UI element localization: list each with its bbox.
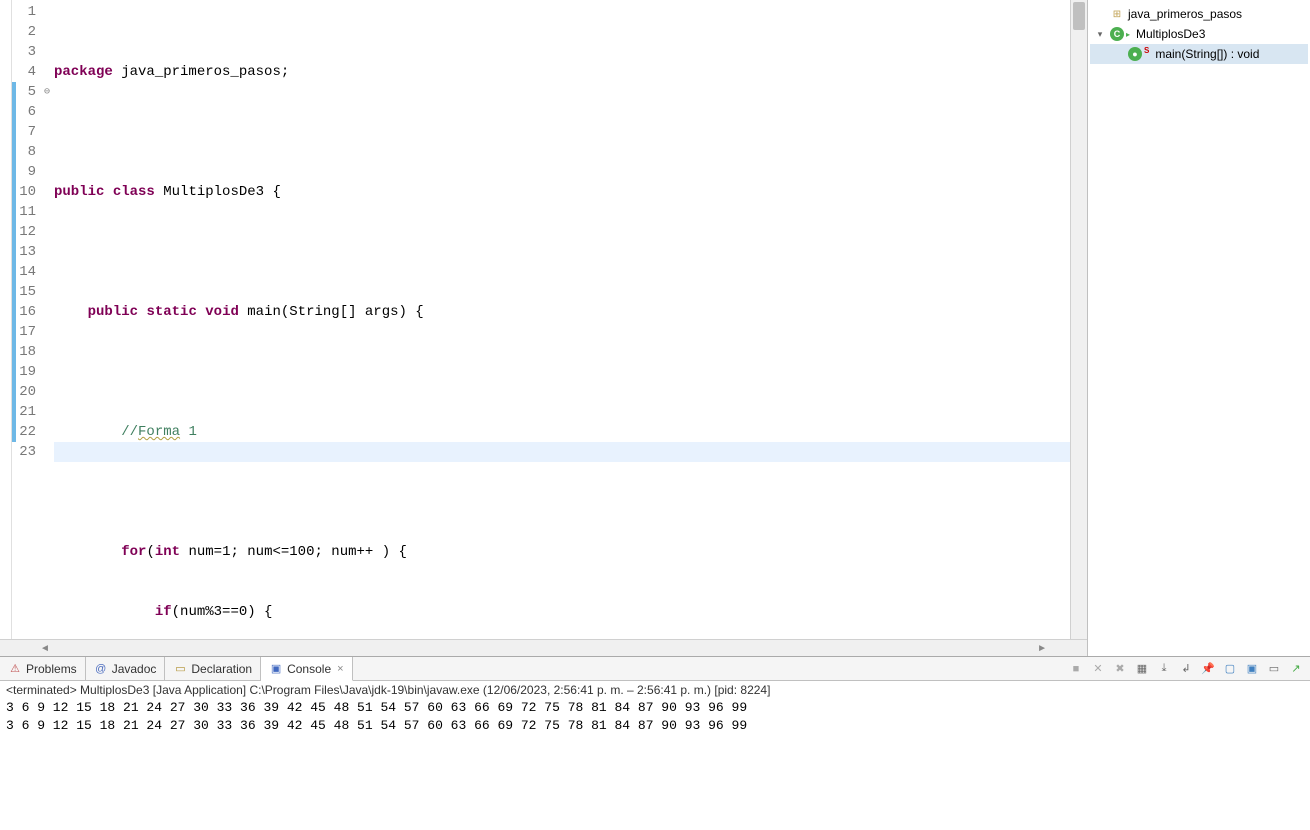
tab-declaration-label: Declaration	[191, 662, 252, 676]
clear-console-icon[interactable]: ▦	[1134, 661, 1150, 677]
tab-problems-label: Problems	[26, 662, 77, 676]
terminate-icon[interactable]: ■	[1068, 661, 1084, 677]
minimize-icon[interactable]: ▭	[1266, 661, 1282, 677]
word-wrap-icon[interactable]: ↲	[1178, 661, 1194, 677]
tab-console[interactable]: ▣ Console ×	[261, 657, 352, 681]
outline-view[interactable]: ⊞ java_primeros_pasos ▾ C▸ MultiplosDe3 …	[1088, 0, 1310, 656]
code-area[interactable]: package java_primeros_pasos; public clas…	[54, 0, 1070, 639]
remove-all-icon[interactable]: ✖	[1112, 661, 1128, 677]
fold-toggle-icon[interactable]: ⊖	[40, 82, 54, 102]
console-status: <terminated> MultiplosDe3 [Java Applicat…	[0, 681, 1310, 697]
current-line-highlight	[54, 442, 1070, 462]
line-number-gutter: 1234 5678 9101112 13141516 17181920 2122…	[12, 0, 40, 639]
scroll-left-icon[interactable]: ◄	[40, 643, 50, 654]
change-indicator	[12, 82, 16, 442]
static-badge-icon: S	[1144, 46, 1149, 55]
editor-wrapper: 1234 5678 9101112 13141516 17181920 2122…	[0, 0, 1088, 656]
class-icon: C	[1110, 27, 1124, 41]
remove-launch-icon[interactable]: ✕	[1090, 661, 1106, 677]
outline-package-row[interactable]: ⊞ java_primeros_pasos	[1090, 4, 1308, 24]
maximize-icon[interactable]: ↗	[1288, 661, 1304, 677]
console-icon: ▣	[269, 662, 283, 676]
outline-class-row[interactable]: ▾ C▸ MultiplosDe3	[1090, 24, 1308, 44]
problems-icon: ⚠	[8, 662, 22, 676]
console-toolbar: ■ ✕ ✖ ▦ ⤓ ↲ 📌 ▢ ▣ ▭ ↗	[1068, 657, 1310, 680]
scroll-lock-icon[interactable]: ⤓	[1156, 661, 1172, 677]
editor-ruler	[0, 0, 12, 639]
open-console-icon[interactable]: ▣	[1244, 661, 1260, 677]
declaration-icon: ▭	[173, 662, 187, 676]
package-icon: ⊞	[1110, 7, 1124, 21]
outline-class-label: MultiplosDe3	[1136, 27, 1205, 41]
tab-declaration[interactable]: ▭ Declaration	[165, 657, 261, 680]
console-line: 3 6 9 12 15 18 21 24 27 30 33 36 39 42 4…	[6, 699, 1304, 717]
method-icon: ●	[1128, 47, 1142, 61]
vertical-scrollbar[interactable]	[1070, 0, 1087, 639]
code-editor[interactable]: 1234 5678 9101112 13141516 17181920 2122…	[0, 0, 1087, 639]
tab-javadoc-label: Javadoc	[112, 662, 157, 676]
tab-problems[interactable]: ⚠ Problems	[0, 657, 86, 680]
close-icon[interactable]: ×	[337, 663, 343, 675]
fold-column: ⊖	[40, 0, 54, 639]
main-area: 1234 5678 9101112 13141516 17181920 2122…	[0, 0, 1310, 656]
runnable-icon: ▸	[1126, 30, 1130, 39]
javadoc-icon: @	[94, 662, 108, 676]
console-output[interactable]: 3 6 9 12 15 18 21 24 27 30 33 36 39 42 4…	[0, 697, 1310, 830]
outline-package-label: java_primeros_pasos	[1128, 7, 1242, 21]
outline-method-row[interactable]: ●S main(String[]) : void	[1090, 44, 1308, 64]
scrollbar-thumb[interactable]	[1073, 2, 1085, 30]
horizontal-scrollbar[interactable]: ◄ ►	[0, 639, 1087, 656]
tab-console-label: Console	[287, 662, 331, 676]
expand-toggle-icon[interactable]: ▾	[1094, 29, 1106, 40]
bottom-tabs: ⚠ Problems @ Javadoc ▭ Declaration ▣ Con…	[0, 657, 1310, 681]
outline-method-label: main(String[]) : void	[1155, 47, 1259, 61]
console-line: 3 6 9 12 15 18 21 24 27 30 33 36 39 42 4…	[6, 717, 1304, 735]
scroll-right-icon[interactable]: ►	[1037, 643, 1047, 654]
bottom-panel: ⚠ Problems @ Javadoc ▭ Declaration ▣ Con…	[0, 656, 1310, 830]
display-selected-icon[interactable]: ▢	[1222, 661, 1238, 677]
pin-console-icon[interactable]: 📌	[1200, 661, 1216, 677]
tab-javadoc[interactable]: @ Javadoc	[86, 657, 166, 680]
